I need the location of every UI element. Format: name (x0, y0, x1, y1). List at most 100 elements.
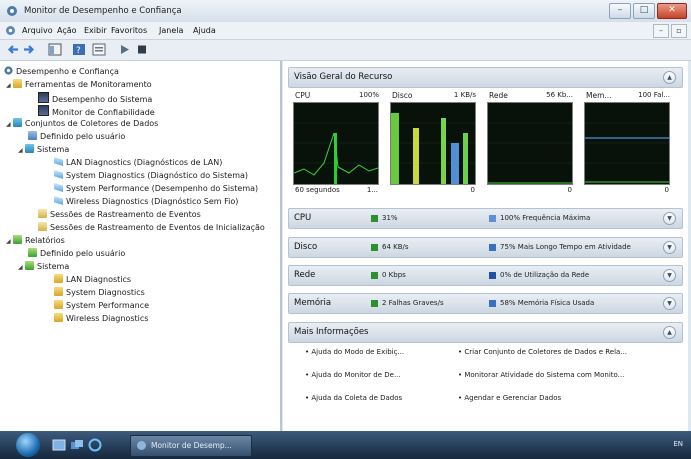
folder-icon (13, 79, 22, 88)
user-defined-icon (28, 131, 37, 140)
expand-chevron-icon[interactable]: ▼ (663, 241, 676, 254)
expand-arrow-icon[interactable]: ◢ (18, 145, 25, 156)
network-metric-row[interactable]: Rede 0 Kbps 0% de Utilização da Rede ▼ (288, 265, 683, 286)
menu-acao[interactable]: Ação (57, 26, 77, 35)
cpu-graph-plot (293, 102, 379, 185)
language-indicator[interactable]: EN (673, 440, 683, 448)
trace-session-icon (38, 222, 47, 231)
tree-reports[interactable]: ◢ Relatórios (6, 235, 65, 246)
report-folder-icon (28, 248, 37, 257)
expand-chevron-icon[interactable]: ▼ (663, 212, 676, 225)
expand-chevron-icon[interactable]: ▼ (663, 297, 676, 310)
play-icon[interactable] (118, 43, 132, 56)
tree-system-diagnostics[interactable]: System Diagnostics (Diagnóstico do Siste… (54, 170, 248, 181)
system-folder-icon (25, 144, 34, 153)
expand-chevron-icon[interactable]: ▼ (663, 269, 676, 282)
expand-arrow-icon[interactable]: ◢ (6, 236, 13, 247)
menu-exibir[interactable]: Exibir (84, 26, 107, 35)
menu-arquivo[interactable]: Arquivo (22, 26, 53, 35)
menu-ajuda[interactable]: Ajuda (193, 26, 216, 35)
tree-system-performance[interactable]: System Performance (Desempenho do Sistem… (54, 183, 258, 194)
report-icon (54, 300, 63, 309)
tree-collector-user-defined[interactable]: Definido pelo usuário (28, 131, 125, 142)
reliability-chart-icon (38, 105, 49, 116)
child-restore-button[interactable]: ▫ (671, 24, 687, 38)
link-display-help[interactable]: • Ajuda do Modo de Exibiç... (305, 348, 404, 356)
start-button[interactable] (16, 433, 40, 457)
reports-icon (13, 235, 22, 244)
collapse-chevron-icon[interactable]: ▲ (663, 326, 676, 339)
close-button[interactable]: ✕ (657, 3, 687, 19)
collector-icon (54, 196, 63, 205)
cpu-metric-row[interactable]: CPU 31% 100% Frequência Máxima ▼ (288, 208, 683, 229)
properties-icon[interactable] (92, 43, 106, 56)
link-schedule-data[interactable]: • Agendar e Gerenciar Dados (458, 394, 561, 402)
link-monitor-help[interactable]: • Ajuda do Monitor de De... (305, 371, 401, 379)
taskbar-performance-monitor[interactable]: Monitor de Desemp... (130, 435, 252, 457)
minimize-button[interactable]: – (609, 3, 631, 19)
expand-arrow-icon[interactable]: ◢ (6, 119, 13, 130)
show-desktop-icon[interactable] (52, 439, 66, 451)
network-graph-trace (488, 122, 572, 184)
taskbar: Monitor de Desemp... EN (0, 431, 691, 459)
tree-startup-trace-sessions[interactable]: Sessões de Rastreamento de Eventos de In… (38, 222, 265, 233)
disk-rate-swatch (371, 244, 378, 251)
report-icon (54, 274, 63, 283)
show-hide-tree-icon[interactable] (48, 43, 62, 56)
tree-event-trace-sessions[interactable]: Sessões de Rastreamento de Eventos (38, 209, 201, 220)
tree-reliability-monitor[interactable]: Monitor de Confiabilidade (38, 105, 155, 117)
report-folder-icon (25, 261, 34, 270)
disk-metric-row[interactable]: Disco 64 KB/s 75% Mais Longo Tempo em At… (288, 237, 683, 258)
collector-icon (54, 157, 63, 166)
disk-active-time-swatch (489, 244, 496, 251)
disk-graph-plot (390, 102, 476, 185)
menu-favoritos[interactable]: Favoritos (111, 26, 147, 35)
performance-chart-icon (38, 92, 49, 103)
child-minimize-button[interactable]: – (653, 24, 669, 38)
toolbar: ? (0, 40, 691, 61)
app-menu-icon[interactable] (5, 25, 16, 36)
collapse-chevron-icon[interactable]: ▲ (663, 71, 676, 84)
disk-graph-trace (391, 113, 475, 184)
tree-lan-diagnostics[interactable]: LAN Diagnostics (Diagnósticos de LAN) (54, 157, 222, 168)
link-monitor-activity[interactable]: • Monitorar Atividade do Sistema com Mon… (458, 371, 624, 379)
tree-data-collector-sets[interactable]: ◢ Conjuntos de Coletores de Dados (6, 118, 158, 129)
expand-arrow-icon[interactable]: ◢ (6, 80, 13, 91)
performance-gauge-icon (4, 66, 13, 75)
cpu-graph: CPU 100% 60 segundos 1... (293, 91, 379, 194)
resource-overview-header[interactable]: Visão Geral do Recurso ▲ (288, 67, 683, 88)
cpu-usage-swatch (371, 215, 378, 222)
tree-performance-monitor[interactable]: Desempenho do Sistema (38, 92, 152, 104)
menu-janela[interactable]: Janela (159, 26, 183, 35)
stop-icon[interactable] (135, 43, 149, 56)
link-create-collector-set[interactable]: • Criar Conjunto de Coletores de Dados e… (458, 348, 627, 356)
expand-arrow-icon[interactable]: ◢ (18, 262, 25, 273)
tree-monitoring-tools[interactable]: ◢ Ferramentas de Monitoramento (6, 79, 152, 90)
report-icon (54, 287, 63, 296)
network-graph-plot (487, 102, 573, 185)
internet-explorer-icon[interactable] (88, 438, 102, 452)
tree-reports-user-defined[interactable]: Definido pelo usuário (28, 248, 125, 259)
more-info-header[interactable]: Mais Informações ▲ (288, 322, 683, 343)
forward-arrow-icon[interactable] (22, 43, 36, 56)
tree-report-system-performance[interactable]: System Performance (54, 300, 149, 311)
disk-graph: Disco 1 KB/s 0 (390, 91, 476, 194)
link-data-collection-help[interactable]: • Ajuda da Coleta de Dados (305, 394, 402, 402)
tree-report-system-diagnostics[interactable]: System Diagnostics (54, 287, 145, 298)
tree-wireless-diagnostics[interactable]: Wireless Diagnostics (Diagnóstico Sem Fi… (54, 196, 238, 207)
tree-report-wireless[interactable]: Wireless Diagnostics (54, 313, 148, 324)
memory-metric-row[interactable]: Memória 2 Falhas Graves/s 58% Memória Fí… (288, 293, 683, 314)
tree-reports-system[interactable]: ◢ Sistema (18, 261, 69, 272)
tree-collector-system[interactable]: ◢ Sistema (18, 144, 69, 155)
memory-graph-trace (585, 122, 669, 183)
memory-used-swatch (489, 300, 496, 307)
help-icon[interactable]: ? (72, 43, 86, 56)
maximize-button[interactable]: □ (633, 3, 655, 19)
switch-windows-icon[interactable] (70, 439, 84, 451)
back-arrow-icon[interactable] (6, 43, 20, 56)
collector-icon (54, 170, 63, 179)
main-pane: Visão Geral do Recurso ▲ CPU 100% 60 seg… (283, 61, 688, 431)
tree-report-lan[interactable]: LAN Diagnostics (54, 274, 131, 285)
tree-root[interactable]: Desempenho e Confiança (4, 66, 119, 77)
performance-monitor-icon (137, 441, 146, 450)
